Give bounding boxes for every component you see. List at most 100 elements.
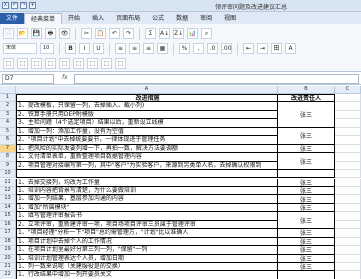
toolbar-icon[interactable]: A↓ — [159, 28, 170, 39]
empty-cell[interactable] — [335, 94, 361, 103]
format-icon[interactable]: ≡ — [115, 43, 126, 54]
tab-1[interactable]: 经典菜单 — [24, 13, 63, 24]
measure-cell[interactable]: 1、行改结果中增加一列开要员关文 — [16, 271, 278, 279]
measure-cell[interactable]: 1、去掉交接列，均改为工作量 — [16, 178, 278, 187]
empty-cell[interactable] — [335, 136, 361, 145]
row-header[interactable]: 17 — [0, 229, 16, 238]
format-icon[interactable]: .0 — [207, 43, 218, 54]
assignee-cell[interactable]: 张三 — [278, 144, 335, 154]
empty-cell[interactable] — [335, 254, 361, 263]
toolbar-icon[interactable]: ↶ — [109, 28, 120, 39]
format-icon[interactable]: ≡ — [143, 43, 154, 54]
tab-7[interactable]: 审阅 — [194, 13, 218, 24]
formula-input[interactable] — [74, 74, 359, 84]
empty-cell[interactable] — [335, 127, 361, 137]
format-icon[interactable]: .00 — [221, 43, 232, 54]
row-header[interactable]: 13 — [0, 195, 16, 204]
row-header[interactable]: 20 — [0, 254, 16, 263]
column-header-B[interactable]: B — [278, 86, 335, 94]
quick-access-button[interactable]: X — [2, 2, 9, 9]
measure-cell[interactable]: 1、在项目计划里最好分第三列一列，"保留"一列 — [16, 246, 278, 255]
empty-cell[interactable] — [335, 102, 361, 111]
name-box[interactable]: D7 — [2, 74, 54, 84]
format-icon[interactable]: I — [79, 43, 90, 54]
row-header[interactable]: 22 — [0, 271, 16, 279]
empty-owner-cell[interactable] — [278, 271, 335, 279]
empty-cell[interactable] — [335, 110, 361, 120]
row-header[interactable]: 21 — [0, 263, 16, 272]
tab-3[interactable]: 插入 — [86, 13, 110, 24]
measure-cell[interactable]: 1、把风险的实际发要列增一下，再拍一数，解决方法要调额 — [16, 144, 278, 154]
assignee-cell[interactable]: 张三 — [278, 127, 335, 145]
toolbar-icon[interactable]: 👁 — [59, 28, 70, 39]
measure-cell[interactable]: 1、文付清单表单，重新整理项目数据管理内容 — [16, 153, 278, 162]
tab-8[interactable]: 视图 — [218, 13, 242, 24]
empty-cell[interactable] — [335, 271, 361, 279]
format-icon[interactable]: , — [193, 43, 204, 54]
empty-cell[interactable] — [335, 246, 361, 255]
format-icon[interactable]: B — [65, 43, 76, 54]
format-icon[interactable]: 田 — [271, 43, 282, 54]
column-title-owner[interactable]: 改进责任人 — [278, 94, 335, 103]
drawing-icon[interactable]: ⬚ — [45, 58, 56, 69]
drawing-icon[interactable]: ⬚ — [17, 58, 28, 69]
toolbar-icon[interactable]: 📄 — [3, 28, 14, 39]
font-name-select[interactable]: 宋体 — [3, 43, 37, 54]
empty-cell[interactable] — [335, 220, 361, 230]
empty-owner-cell[interactable] — [278, 170, 335, 179]
measure-cell[interactable]: 3、主检问题（4个选定项目）结果以后，重新设立线模 — [16, 119, 278, 128]
assignee-cell[interactable]: 张三 — [278, 263, 335, 272]
row-header[interactable]: 3 — [0, 110, 16, 120]
drawing-icon[interactable]: ⬚ — [3, 58, 14, 69]
toolbar-icon[interactable]: 📊 — [187, 28, 198, 39]
select-all-corner[interactable] — [0, 86, 16, 94]
column-header-C[interactable]: C — [335, 86, 361, 94]
row-header[interactable]: 7 — [0, 144, 16, 154]
tab-5[interactable]: 公式 — [146, 13, 170, 24]
measure-cell[interactable]: 1、增加一列结果，基层参加沟通的内容 — [16, 195, 278, 204]
format-icon[interactable]: ⇤ — [243, 43, 254, 54]
quick-access-button[interactable]: ↷ — [20, 2, 27, 9]
row-header[interactable]: 1 — [0, 94, 16, 103]
empty-cell[interactable] — [335, 203, 361, 213]
column-title-measures[interactable]: 改进措施 — [16, 94, 278, 103]
format-icon[interactable]: ⇥ — [257, 43, 268, 54]
empty-cell[interactable] — [335, 178, 361, 187]
assignee-cell[interactable]: 张三 — [278, 212, 335, 230]
format-icon[interactable]: ▦ — [157, 43, 168, 54]
toolbar-icon[interactable]: ✂ — [81, 28, 92, 39]
measure-cell[interactable]: 2、"项目计划"中去掉统要要节，一律体现进于管理任务 — [16, 136, 278, 145]
empty-cell[interactable] — [335, 144, 361, 154]
row-header[interactable]: 8 — [0, 153, 16, 162]
row-header[interactable]: 9 — [0, 161, 16, 171]
empty-cell[interactable] — [335, 263, 361, 272]
measure-cell[interactable]: 1、增加"所属模块" — [16, 203, 278, 213]
row-header[interactable]: 16 — [0, 220, 16, 230]
drawing-icon[interactable]: ⬚ — [59, 58, 70, 69]
toolbar-icon[interactable]: Z↓ — [173, 28, 184, 39]
row-header[interactable]: 12 — [0, 186, 16, 196]
toolbar-icon[interactable]: 📂 — [17, 28, 28, 39]
measure-cell[interactable]: 1、填写管理评审报告书 — [16, 212, 278, 221]
empty-cell[interactable] — [335, 237, 361, 247]
column-header-A[interactable]: A — [16, 86, 278, 94]
row-header[interactable]: 14 — [0, 203, 16, 213]
drawing-icon[interactable]: ⬚ — [73, 58, 84, 69]
empty-cell[interactable] — [335, 119, 361, 128]
row-header[interactable]: 11 — [0, 178, 16, 187]
measure-cell[interactable]: 2、项目管理对接编写第一列，其中"客户"为实验客户，来源到另类单人名，去掉确认权… — [16, 161, 278, 171]
measure-cell[interactable]: 2、立项评审，重新建评审一项，项目场项目评审三员属于管理评审 — [16, 220, 278, 230]
drawing-icon[interactable]: ⬚ — [115, 58, 126, 69]
measure-cell[interactable]: 1、"项目经理"分析一下"项目"总约需管理方，"计划"比以准确人 — [16, 229, 278, 238]
assignee-cell[interactable]: 张三 — [278, 203, 335, 213]
empty-cell[interactable] — [335, 170, 361, 179]
format-icon[interactable]: % — [179, 43, 190, 54]
drawing-icon[interactable]: ⬚ — [101, 58, 112, 69]
empty-cell[interactable] — [335, 195, 361, 204]
drawing-icon[interactable]: ⬚ — [87, 58, 98, 69]
font-size-select[interactable]: 10 — [40, 43, 54, 54]
row-header[interactable]: 5 — [0, 127, 16, 137]
format-icon[interactable]: U — [93, 43, 104, 54]
fx-icon[interactable]: fx — [62, 74, 68, 81]
measure-cell[interactable]: 1、培训内容把背景写清楚，为什么要做培训 — [16, 186, 278, 196]
